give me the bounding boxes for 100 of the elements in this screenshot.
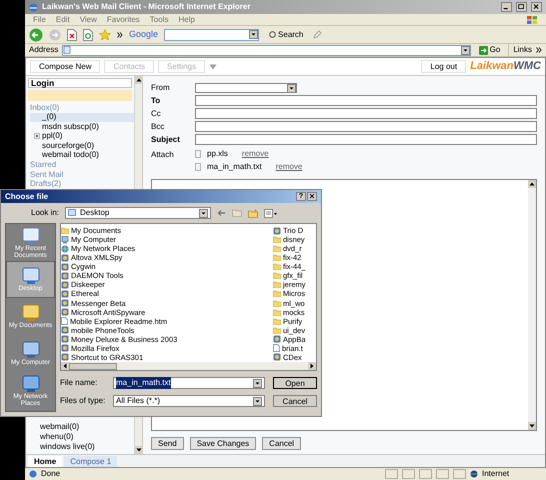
field-label: To [151,94,162,106]
select-field[interactable] [195,82,297,92]
dropdown-arrow-icon[interactable] [253,378,262,388]
form-button[interactable]: Save Changes [190,437,256,450]
refresh-icon[interactable] [83,28,93,40]
maximize-icon[interactable] [516,2,527,12]
dropdown-arrow-icon[interactable] [460,46,470,54]
attachment-name: pp.xls [207,148,228,160]
horizontal-scrollbar[interactable] [61,362,316,370]
page-tab[interactable]: Compose 1 [64,456,118,466]
dropdown-arrow-icon[interactable] [199,208,208,218]
look-in-dropdown[interactable]: Desktop [65,207,212,219]
back-icon[interactable] [29,28,43,42]
field-label: From [151,82,171,94]
field-label: Attach [151,149,175,161]
caret-down-icon[interactable] [208,64,217,70]
logout-button[interactable]: Log out [421,60,466,73]
file-type-dropdown[interactable]: All Files (*.*) [113,395,265,407]
browser-icon [29,2,38,12]
app-logo: LaikwanWMC [470,59,541,74]
zone-text: Internet [482,468,510,480]
application-icon [273,353,281,362]
nav-button[interactable]: Compose New [30,60,100,73]
recent-icon [20,226,40,244]
scroll-up-icon[interactable] [528,180,536,188]
star-icon[interactable] [99,28,111,40]
scroll-down-icon[interactable] [135,446,143,454]
network-icon [20,374,40,392]
dropdown-arrow-icon[interactable] [253,396,262,406]
windows-logo-icon [526,14,538,24]
desktop-icon [20,267,40,285]
folder-item[interactable]: ppl(0) [30,132,134,141]
folder-item[interactable]: windows live(0) [26,442,134,452]
chevrons-right-icon[interactable] [117,32,123,38]
status-panel [385,469,398,479]
input-field[interactable] [195,108,537,119]
search-input[interactable] [164,28,260,40]
remove-link[interactable]: remove [276,160,302,172]
network-icon [61,244,69,253]
field-label: Subject [151,134,181,146]
back-arrow-icon[interactable] [217,209,226,217]
links-label[interactable]: Links [508,44,532,56]
input-field[interactable] [195,121,537,132]
google-logo[interactable]: Google [129,28,158,42]
dropdown-arrow-icon[interactable] [249,30,258,39]
input-field[interactable] [195,95,537,106]
dropdown-arrow-icon[interactable] [287,84,296,92]
remove-link[interactable]: remove [242,148,269,160]
scroll-left-icon[interactable] [61,362,69,370]
address-label: Address [29,44,58,56]
chevrons-right-icon[interactable] [536,47,542,53]
file-name-label: File name: [60,377,98,389]
documents-icon [20,304,40,322]
folder-item[interactable]: webmail(0) [26,422,134,432]
status-panel [402,469,415,479]
field-label: Bcc [151,120,166,132]
menu-item[interactable]: View [80,14,97,26]
menu-item[interactable]: Favorites [106,14,140,26]
document-icon [273,344,280,352]
field-label: Cc [151,108,162,120]
folder-item[interactable]: webmail todo(0) [30,150,134,160]
close-icon[interactable] [531,2,542,12]
dialog-button[interactable]: Open [273,377,317,389]
stop-icon[interactable] [67,28,77,40]
folder-item[interactable]: whenu(0) [26,432,134,442]
desktop-icon [68,209,76,217]
scroll-up-icon[interactable] [135,76,143,84]
application-icon [273,226,281,235]
window-title: Laikwan's Web Mail Client - Microsoft Internet Explorer [42,1,250,13]
folder-item[interactable]: _(0) [30,112,134,122]
file-name-field[interactable]: ma_in_math.txt [113,377,265,389]
close-icon[interactable] [307,192,317,201]
folder-item[interactable]: msdn subscp(0) [30,122,134,132]
folder-icon [61,227,69,234]
folder-item[interactable]: sourceforge(0) [30,141,134,150]
form-button[interactable]: Cancel [262,437,302,450]
menu-item[interactable]: Edit [56,14,70,26]
globe-icon [470,470,478,478]
input-field[interactable] [195,134,537,145]
dialog-button[interactable]: Cancel [273,395,317,407]
menu-item[interactable]: Help [178,14,195,26]
scroll-right-icon[interactable] [308,362,316,370]
view-menu-icon[interactable] [264,208,278,218]
go-button[interactable]: Go [474,44,504,56]
scroll-down-icon[interactable] [528,422,536,430]
go-arrow-icon [478,46,488,54]
address-field[interactable] [62,44,471,56]
minimize-icon[interactable] [501,2,512,12]
computer-icon [20,341,40,359]
sidebar-header: Login [28,78,132,88]
scroll-thumb[interactable] [69,362,117,370]
expand-icon[interactable] [34,133,40,140]
form-button[interactable]: Send [151,437,184,450]
file-type-label: Files of type: [60,395,106,407]
menu-item[interactable]: Tools [150,14,168,26]
search-button[interactable]: Search [265,28,308,40]
status-panel [453,469,466,479]
menu-item[interactable]: File [33,14,46,26]
dialog-title: Choose file [5,190,48,202]
page-tab[interactable]: Home [28,456,62,466]
